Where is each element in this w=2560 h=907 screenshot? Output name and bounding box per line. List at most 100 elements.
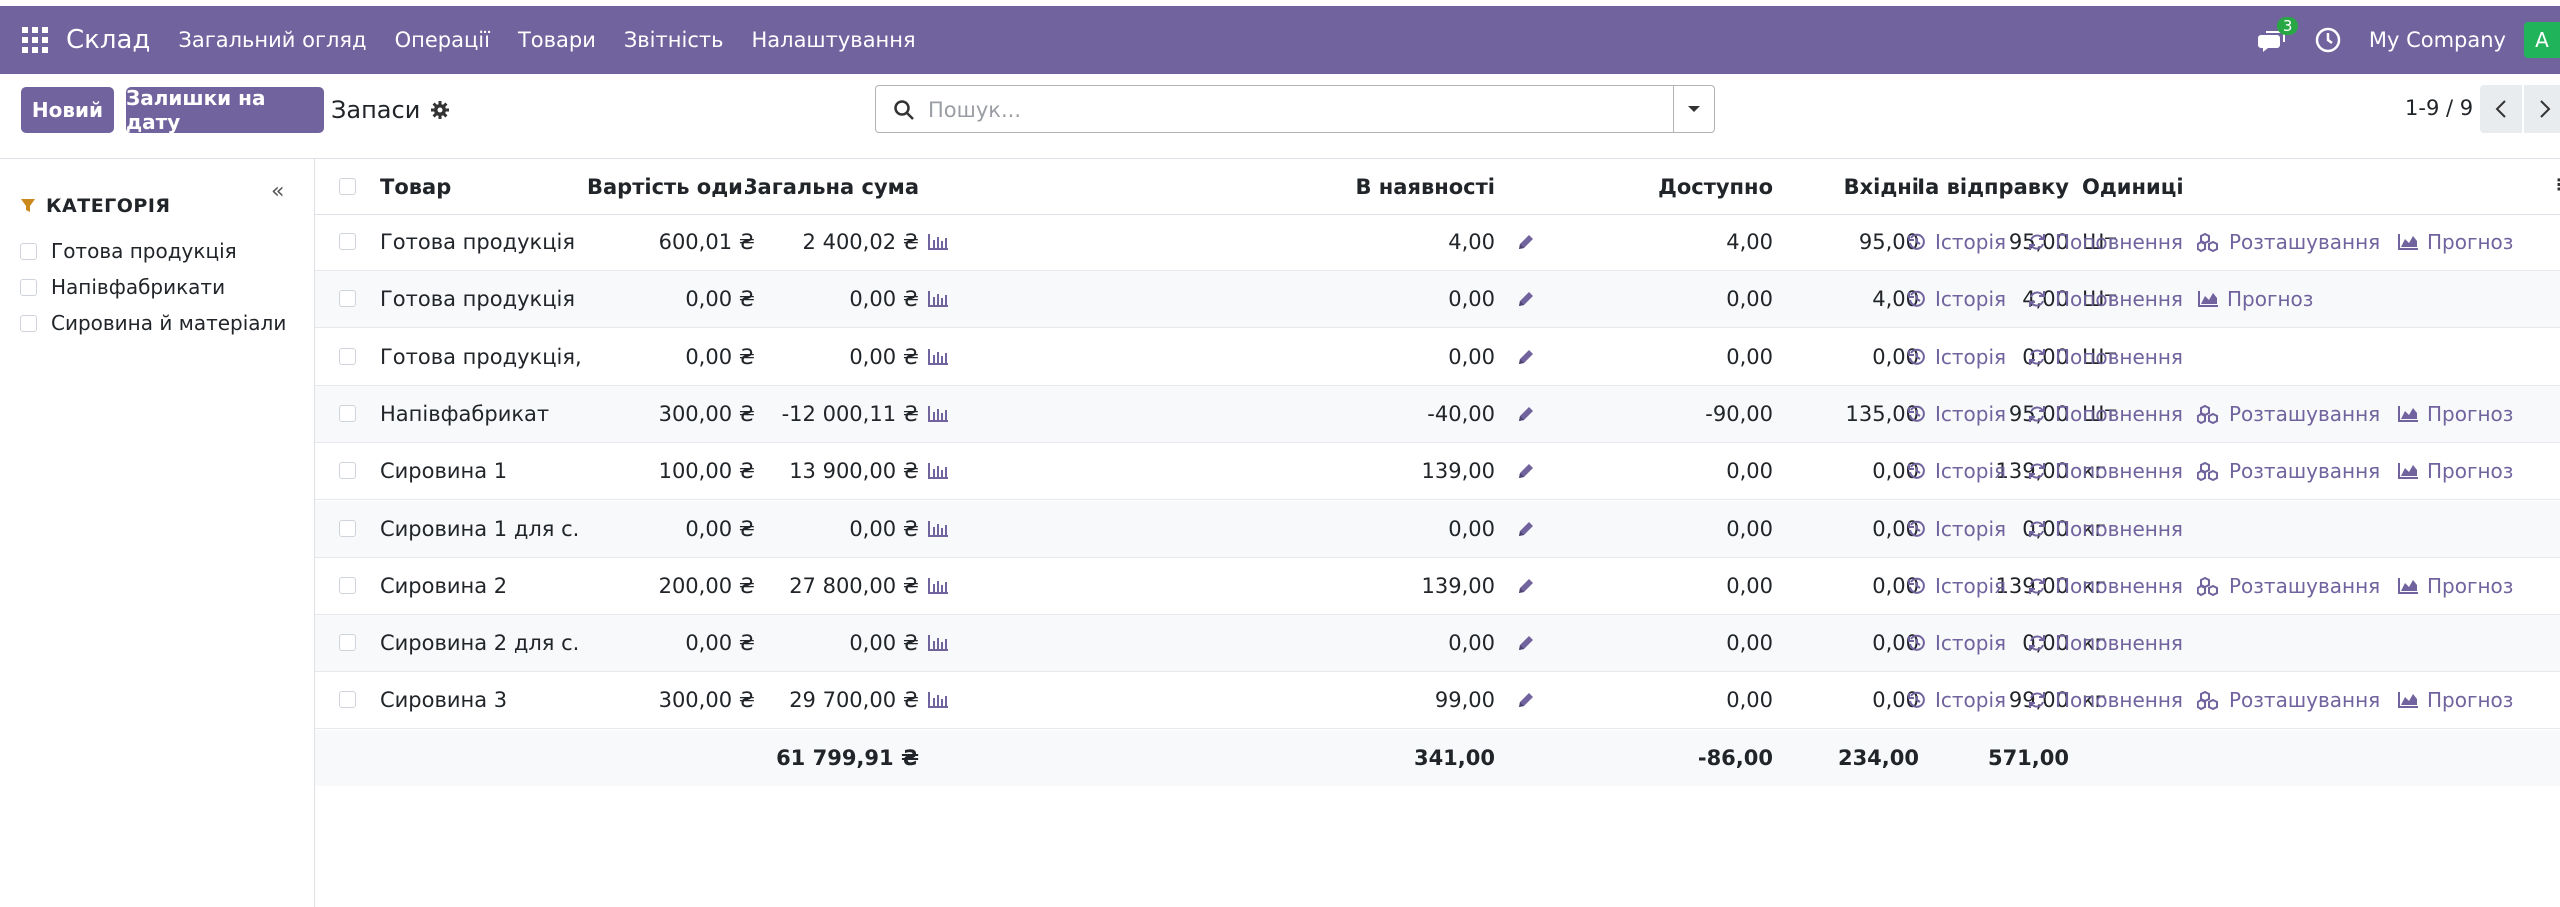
chart-icon[interactable] — [927, 461, 949, 481]
row-checkbox[interactable] — [339, 634, 356, 652]
table-row[interactable]: Готова продукція,... 0,00 ₴ 0,00 ₴ 0,00 0,00… — [315, 329, 2560, 386]
cell-product[interactable]: Напівфабрикат — [380, 386, 580, 442]
locations-button[interactable]: Розташування — [2197, 386, 2380, 442]
table-row[interactable]: Сировина 1 100,00 ₴ 13 900,00 ₴ 139,00 0,00 0… — [315, 443, 2560, 501]
menu-reporting[interactable]: Звітність — [624, 28, 724, 52]
search-options-toggle[interactable] — [1673, 86, 1714, 132]
cell-product[interactable]: Сировина 2 — [380, 558, 580, 614]
locations-button[interactable]: Розташування — [2197, 672, 2380, 728]
row-checkbox[interactable] — [339, 576, 356, 594]
header-product[interactable]: Товар — [380, 159, 451, 214]
history-button[interactable]: Історія — [1907, 386, 2006, 442]
row-checkbox[interactable] — [339, 347, 356, 365]
edit-quantity-button[interactable] — [1516, 519, 1536, 544]
header-outgoing[interactable]: На відправку — [1919, 159, 2069, 214]
chart-icon[interactable] — [927, 576, 949, 596]
valuation-chart-button[interactable] — [927, 576, 949, 601]
edit-quantity-button[interactable] — [1516, 404, 1536, 429]
history-button[interactable]: Історія — [1907, 558, 2006, 614]
pencil-icon[interactable] — [1516, 347, 1536, 367]
chat-button[interactable]: 3 — [2257, 17, 2299, 57]
valuation-chart-button[interactable] — [927, 461, 949, 486]
category-filter-semi[interactable]: Напівфабрикати — [20, 275, 225, 299]
table-row[interactable]: Сировина 2 для с... 0,00 ₴ 0,00 ₴ 0,00 0,00 0… — [315, 615, 2560, 673]
valuation-chart-button[interactable] — [927, 404, 949, 429]
stock-at-date-button[interactable]: Залишки на дату — [126, 86, 324, 134]
cell-product[interactable]: Сировина 1 — [380, 443, 580, 499]
replenish-button[interactable]: Поповнення — [2027, 672, 2183, 728]
row-checkbox[interactable] — [339, 462, 356, 480]
replenish-button[interactable]: Поповнення — [2027, 214, 2183, 270]
menu-operations[interactable]: Операції — [395, 28, 490, 52]
valuation-chart-button[interactable] — [927, 519, 949, 544]
locations-button[interactable]: Розташування — [2197, 214, 2380, 270]
history-button[interactable]: Історія — [1907, 501, 2006, 557]
pencil-icon[interactable] — [1516, 690, 1536, 710]
gear-icon[interactable] — [430, 100, 450, 120]
history-button[interactable]: Історія — [1907, 615, 2006, 671]
row-checkbox[interactable] — [339, 233, 356, 250]
row-checkbox[interactable] — [339, 519, 356, 537]
apps-grid-icon[interactable] — [22, 27, 48, 53]
history-button[interactable]: Історія — [1907, 271, 2006, 327]
table-row[interactable]: Готова продукція 2 0,00 ₴ 0,00 ₴ 0,00 0,00 4,… — [315, 271, 2560, 329]
chart-icon[interactable] — [927, 289, 949, 309]
chart-icon[interactable] — [927, 690, 949, 710]
valuation-chart-button[interactable] — [927, 347, 949, 372]
chart-icon[interactable] — [927, 633, 949, 653]
valuation-chart-button[interactable] — [927, 690, 949, 715]
pencil-icon[interactable] — [1516, 404, 1536, 424]
app-brand[interactable]: Склад — [66, 25, 150, 55]
table-row[interactable]: Напівфабрикат 300,00 ₴ -12 000,11 ₴ -40,00 -… — [315, 385, 2560, 443]
menu-overview[interactable]: Загальний огляд — [178, 28, 366, 52]
replenish-button[interactable]: Поповнення — [2027, 615, 2183, 671]
activity-clock-icon[interactable] — [2313, 25, 2343, 55]
optional-columns-toggle[interactable]: ⋮ — [2551, 175, 2560, 194]
cell-product[interactable]: Сировина 1 для с... — [380, 501, 580, 557]
table-row[interactable]: Сировина 3 300,00 ₴ 29 700,00 ₴ 99,00 0,00 0,… — [315, 672, 2560, 730]
cell-product[interactable]: Готова продукція 2 — [380, 271, 580, 327]
row-checkbox[interactable] — [339, 691, 356, 709]
chart-icon[interactable] — [927, 404, 949, 424]
category-filter-finished[interactable]: Готова продукція — [20, 239, 237, 263]
forecast-button[interactable]: Прогноз — [2397, 214, 2513, 270]
pencil-icon[interactable] — [1516, 519, 1536, 539]
edit-quantity-button[interactable] — [1516, 347, 1536, 372]
edit-quantity-button[interactable] — [1516, 633, 1536, 658]
replenish-button[interactable]: Поповнення — [2027, 329, 2183, 385]
history-button[interactable]: Історія — [1907, 443, 2006, 499]
row-checkbox[interactable] — [339, 290, 356, 308]
table-row[interactable]: Готова продукція 1 600,01 ₴ 2 400,02 ₴ 4,00… — [315, 214, 2560, 271]
locations-button[interactable]: Розташування — [2197, 443, 2380, 499]
cell-product[interactable]: Сировина 2 для с... — [380, 615, 580, 671]
header-on-hand[interactable]: В наявності — [1127, 159, 1495, 214]
edit-quantity-button[interactable] — [1516, 232, 1536, 257]
collapse-panel-button[interactable]: « — [271, 179, 284, 204]
header-total[interactable]: Загальна сума — [747, 159, 919, 214]
forecast-button[interactable]: Прогноз — [2397, 386, 2513, 442]
table-row[interactable]: Сировина 1 для с... 0,00 ₴ 0,00 ₴ 0,00 0,00 0… — [315, 500, 2560, 558]
user-avatar[interactable]: A — [2524, 22, 2560, 58]
cell-product[interactable]: Сировина 3 — [380, 672, 580, 728]
menu-products[interactable]: Товари — [518, 28, 596, 52]
history-button[interactable]: Історія — [1907, 672, 2006, 728]
edit-quantity-button[interactable] — [1516, 690, 1536, 715]
replenish-button[interactable]: Поповнення — [2027, 271, 2183, 327]
row-checkbox[interactable] — [339, 404, 356, 422]
header-uom[interactable]: Одиниці — [2082, 159, 2184, 214]
history-button[interactable]: Історія — [1907, 214, 2006, 270]
forecast-button[interactable]: Прогноз — [2397, 558, 2513, 614]
pencil-icon[interactable] — [1516, 633, 1536, 653]
valuation-chart-button[interactable] — [927, 232, 949, 257]
category-checkbox[interactable] — [20, 314, 37, 332]
pencil-icon[interactable] — [1516, 232, 1536, 252]
header-available[interactable]: Доступно — [1565, 159, 1773, 214]
table-row[interactable]: Сировина 2 200,00 ₴ 27 800,00 ₴ 139,00 0,00 0… — [315, 558, 2560, 615]
search-input[interactable] — [926, 86, 1650, 134]
cell-product[interactable]: Готова продукція 1 — [380, 214, 580, 270]
edit-quantity-button[interactable] — [1516, 289, 1536, 314]
pager-next-button[interactable] — [2524, 85, 2560, 133]
chart-icon[interactable] — [927, 347, 949, 367]
edit-quantity-button[interactable] — [1516, 576, 1536, 601]
header-unit-cost[interactable]: Вартість оди... — [587, 159, 747, 214]
